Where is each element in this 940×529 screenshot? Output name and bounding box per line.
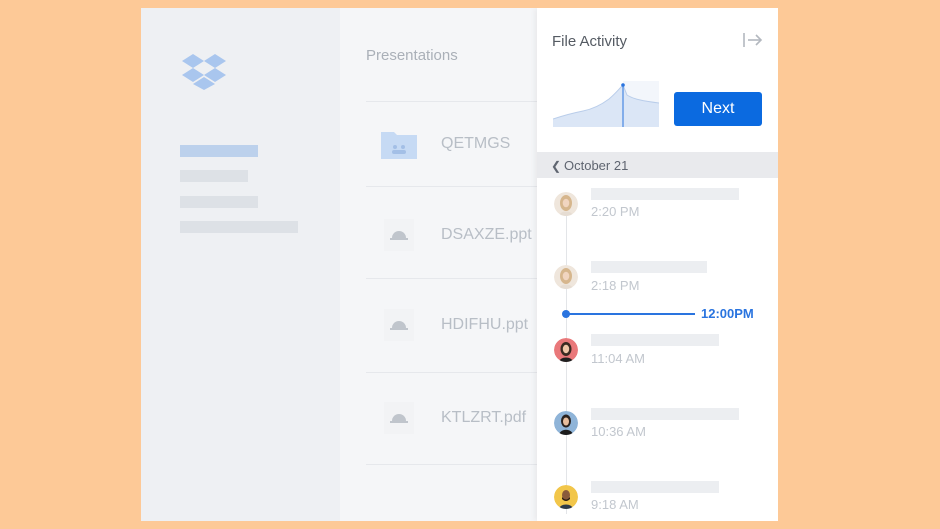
activity-description <box>591 188 739 200</box>
activity-description <box>591 408 739 420</box>
avatar-woman-red-icon <box>554 338 578 362</box>
file-name: QETMGS <box>441 135 511 152</box>
collapse-panel-icon[interactable] <box>742 31 764 49</box>
current-time-line <box>567 313 695 315</box>
panel-title: File Activity <box>552 33 628 50</box>
sidebar-item[interactable] <box>180 170 248 182</box>
avatar[interactable] <box>554 192 578 216</box>
divider <box>366 278 537 279</box>
activity-time: 11:04 AM <box>591 351 645 366</box>
activity-time: 10:36 AM <box>591 424 646 439</box>
folder-icon <box>381 132 417 159</box>
avatar-blonde-woman-icon <box>554 192 578 216</box>
file-row[interactable]: QETMGS <box>366 120 537 170</box>
activity-description <box>591 481 719 493</box>
divider <box>366 464 537 465</box>
file-activity-panel: File Activity Next ❮ October 21 2:20 PM … <box>537 8 778 521</box>
activity-sparkline <box>553 81 659 127</box>
file-row[interactable]: DSAXZE.ppt <box>366 211 537 261</box>
activity-time: 2:20 PM <box>591 204 640 219</box>
avatar[interactable] <box>554 338 578 362</box>
app-window: Presentations QETMGS DSAXZE.ppt HDIFHU.p… <box>141 8 778 521</box>
page-title: Presentations <box>366 47 458 64</box>
presentation-file-icon <box>384 219 414 251</box>
sidebar-item-active[interactable] <box>180 145 258 157</box>
divider <box>366 372 537 373</box>
divider <box>366 186 537 187</box>
avatar[interactable] <box>554 411 578 435</box>
avatar-man-yellow-icon <box>554 485 578 509</box>
file-list-area: Presentations QETMGS DSAXZE.ppt HDIFHU.p… <box>340 8 537 521</box>
file-name: HDIFHU.ppt <box>441 316 529 333</box>
avatar[interactable] <box>554 485 578 509</box>
avatar-blonde-woman-icon <box>554 265 578 289</box>
date-label: October 21 <box>564 158 629 173</box>
file-name: KTLZRT.pdf <box>441 409 527 426</box>
pdf-file-icon <box>384 402 414 434</box>
activity-time: 2:18 PM <box>591 278 640 293</box>
divider <box>366 101 537 102</box>
file-row[interactable]: KTLZRT.pdf <box>366 394 537 444</box>
sidebar-item[interactable] <box>180 221 298 233</box>
next-button[interactable]: Next <box>674 92 762 126</box>
avatar-woman-blue-icon <box>554 411 578 435</box>
activity-time: 9:18 AM <box>591 497 639 512</box>
avatar[interactable] <box>554 265 578 289</box>
sidebar-item[interactable] <box>180 196 258 208</box>
date-header[interactable]: ❮ October 21 <box>537 152 778 178</box>
activity-description <box>591 334 719 346</box>
chevron-left-icon[interactable]: ❮ <box>551 159 561 173</box>
sidebar <box>141 8 340 521</box>
activity-description <box>591 261 707 273</box>
presentation-file-icon <box>384 309 414 341</box>
dropbox-logo-icon[interactable] <box>182 54 226 90</box>
file-name: DSAXZE.ppt <box>441 226 532 243</box>
current-time-label: 12:00PM <box>701 306 754 321</box>
file-row[interactable]: HDIFHU.ppt <box>366 301 537 351</box>
